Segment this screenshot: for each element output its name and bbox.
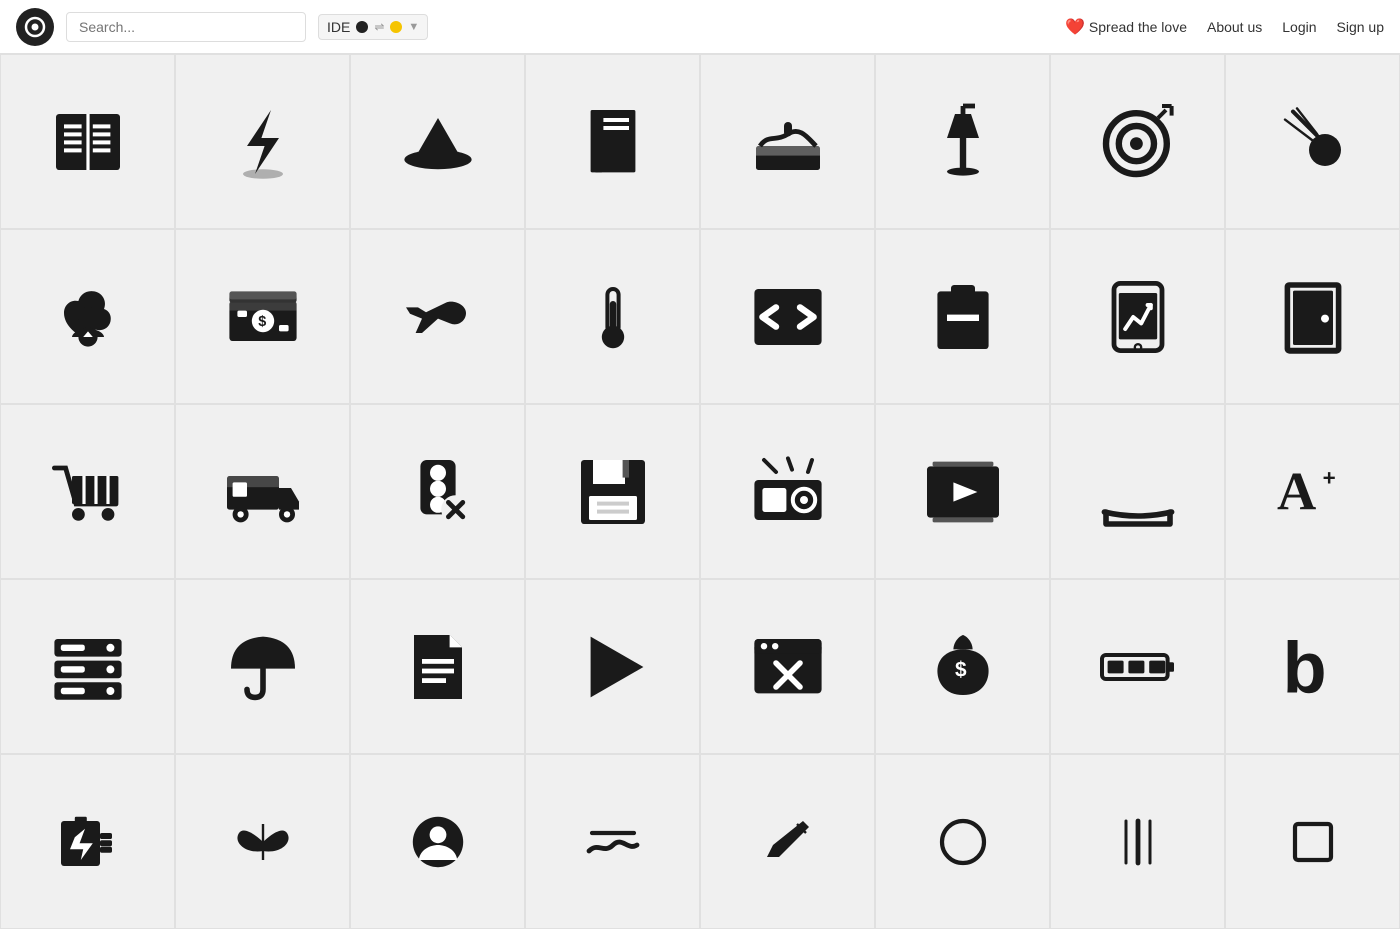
icon-video-player[interactable] — [875, 404, 1050, 579]
icon-meteor[interactable] — [1225, 54, 1400, 229]
icon-floor-lamp[interactable] — [875, 54, 1050, 229]
icon-code[interactable] — [700, 229, 875, 404]
icon-target[interactable] — [1050, 54, 1225, 229]
icon-umbrella[interactable] — [175, 579, 350, 754]
icon-cart[interactable] — [0, 404, 175, 579]
icon-touch-upload[interactable] — [0, 229, 175, 404]
icon-columns[interactable] — [1050, 754, 1225, 929]
icon-floppy[interactable] — [525, 404, 700, 579]
logo-icon[interactable] — [16, 8, 54, 46]
icon-clipboard-minus[interactable] — [875, 229, 1050, 404]
icon-browser-error[interactable] — [700, 579, 875, 754]
icon-airplane[interactable] — [350, 229, 525, 404]
icon-thermometer[interactable] — [525, 229, 700, 404]
icon-wash[interactable] — [525, 754, 700, 929]
icon-battery[interactable] — [1050, 579, 1225, 754]
header: IDE ⇌ ▼ ❤️ Spread the love About us Logi… — [0, 0, 1400, 54]
signup-link[interactable]: Sign up — [1337, 19, 1384, 35]
icon-radio[interactable] — [700, 404, 875, 579]
dot-black-icon — [356, 21, 368, 33]
spread-love-link[interactable]: ❤️ Spread the love — [1065, 17, 1187, 37]
dot-yellow-icon — [390, 21, 402, 33]
icon-cake[interactable] — [700, 54, 875, 229]
icon-document-text[interactable] — [350, 579, 525, 754]
icon-lightning[interactable] — [175, 54, 350, 229]
icon-book[interactable] — [0, 54, 175, 229]
svg-text:+: + — [1322, 465, 1335, 490]
icon-profile-circle[interactable] — [350, 754, 525, 929]
icon-grid: $ — [0, 54, 1400, 929]
icon-boltdb[interactable]: b — [1225, 579, 1400, 754]
icon-hat[interactable] — [350, 54, 525, 229]
login-link[interactable]: Login — [1282, 19, 1316, 35]
icon-font-increase[interactable]: A + — [1225, 404, 1400, 579]
heart-icon: ❤️ — [1065, 17, 1085, 37]
icon-cash[interactable]: $ — [175, 229, 350, 404]
svg-text:$: $ — [955, 658, 967, 681]
svg-text:A: A — [1277, 461, 1316, 521]
icon-notebook[interactable] — [525, 54, 700, 229]
icon-battery-charging[interactable] — [0, 754, 175, 929]
icon-money-bag[interactable]: $ — [875, 579, 1050, 754]
icon-play-button[interactable] — [525, 579, 700, 754]
icon-server[interactable] — [0, 579, 175, 754]
tag-separator: ⇌ — [374, 20, 384, 34]
icon-tray[interactable] — [1050, 404, 1225, 579]
svg-text:b: b — [1282, 628, 1326, 706]
search-input[interactable] — [66, 12, 306, 42]
icon-door[interactable] — [1225, 229, 1400, 404]
about-us-link[interactable]: About us — [1207, 19, 1262, 35]
svg-text:$: $ — [258, 313, 266, 329]
icon-butterfly[interactable] — [175, 754, 350, 929]
icon-traffic-light-error[interactable] — [350, 404, 525, 579]
icon-phone-stats[interactable] — [1050, 229, 1225, 404]
dropdown-arrow-icon[interactable]: ▼ — [408, 21, 419, 33]
icon-truck[interactable] — [175, 404, 350, 579]
icon-placeholder-6[interactable] — [875, 754, 1050, 929]
tag-label: IDE — [327, 19, 350, 35]
icon-placeholder-8[interactable] — [1225, 754, 1400, 929]
icon-edit-pencil[interactable] — [700, 754, 875, 929]
header-nav: ❤️ Spread the love About us Login Sign u… — [1065, 17, 1384, 37]
tag-filter[interactable]: IDE ⇌ ▼ — [318, 14, 428, 40]
